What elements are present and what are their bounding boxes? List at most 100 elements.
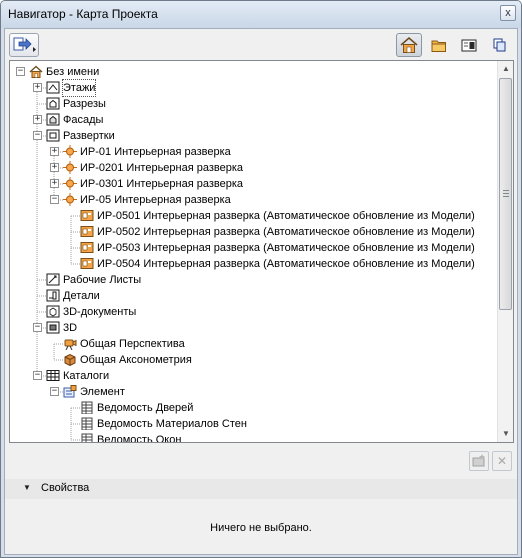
tree-item-label: ИР-0504 Интерьерная разверка (Автоматиче… — [97, 258, 475, 270]
expand-icon[interactable]: + — [50, 163, 59, 172]
tree-item[interactable]: − 3D — [10, 320, 498, 336]
tree-item[interactable]: + Фасады — [10, 112, 498, 128]
expand-icon[interactable]: + — [50, 147, 59, 156]
schedule-table-icon — [81, 417, 93, 430]
scroll-down-arrow-icon[interactable]: ▼ — [498, 426, 513, 442]
tree-item-label: Ведомость Дверей — [97, 402, 194, 414]
tree-item-label: Развертки — [63, 130, 115, 142]
expand-icon[interactable]: + — [33, 83, 42, 92]
tree-item[interactable]: − Без имени — [10, 64, 498, 80]
tree-item-label: Общая Аксонометрия — [80, 354, 192, 366]
tree-item[interactable]: 3D-документы — [10, 304, 498, 320]
tree-item-label: ИР-0501 Интерьерная разверка (Автоматиче… — [97, 210, 475, 222]
tree-item[interactable]: − Развертки — [10, 128, 498, 144]
ie-view-icon — [80, 258, 94, 269]
properties-header[interactable]: ▼ Свойства — [5, 479, 517, 499]
properties-panel: Ничего не выбрано. — [5, 499, 517, 554]
tree-item-label: ИР-0503 Интерьерная разверка (Автоматиче… — [97, 242, 475, 254]
tree-item[interactable]: Ведомость Окон — [10, 432, 498, 442]
tree-item-label: 3D — [63, 322, 78, 334]
publisher-sets-icon — [493, 38, 506, 52]
ie-view-icon — [80, 210, 94, 221]
tree-item[interactable]: Ведомость Материалов Стен — [10, 416, 498, 432]
tree-item[interactable]: ИР-0502 Интерьерная разверка (Автоматиче… — [10, 224, 498, 240]
ie-marker-icon — [63, 145, 77, 158]
ie-marker-icon — [63, 177, 77, 190]
perspective-camera-icon — [64, 339, 77, 350]
tree-item[interactable]: + ИР-0201 Интерьерная разверка — [10, 160, 498, 176]
tree-item[interactable]: Ведомость Дверей — [10, 400, 498, 416]
tree-item-label: Ведомость Материалов Стен — [97, 418, 247, 430]
title-bar[interactable]: Навигатор - Карта Проекта x — [1, 1, 521, 28]
tree-item[interactable]: ИР-0501 Интерьерная разверка (Автоматиче… — [10, 208, 498, 224]
stories-icon — [46, 81, 60, 94]
tree-item[interactable]: ИР-0503 Интерьерная разверка (Автоматиче… — [10, 240, 498, 256]
collapse-caret-icon[interactable]: ▼ — [23, 483, 31, 492]
close-button[interactable]: x — [500, 5, 516, 21]
tree-item-label: ИР-01 Интерьерная разверка — [80, 146, 231, 158]
navigator-toolbar — [5, 29, 517, 59]
tree-item-label: Разрезы — [63, 98, 106, 110]
tree-item-label: ИР-0201 Интерьерная разверка — [80, 162, 244, 174]
tree-item-label: Без имени — [46, 66, 100, 78]
expand-icon[interactable]: + — [50, 179, 59, 188]
elevation-icon — [46, 113, 60, 126]
tree-item[interactable]: ИР-0504 Интерьерная разверка (Автоматиче… — [10, 256, 498, 272]
tree-item[interactable]: Общая Перспектива — [10, 336, 498, 352]
tree-item[interactable]: − ИР-05 Интерьерная разверка — [10, 192, 498, 208]
tree-item-label: ИР-0502 Интерьерная разверка (Автоматиче… — [97, 226, 475, 238]
collapse-icon[interactable]: − — [33, 371, 42, 380]
collapse-icon[interactable]: − — [50, 387, 59, 396]
detail-icon — [46, 289, 60, 302]
tree-item[interactable]: Детали — [10, 288, 498, 304]
tree-item[interactable]: Рабочие Листы — [10, 272, 498, 288]
new-folder-button[interactable] — [469, 451, 489, 471]
tree-item-label: Общая Перспектива — [80, 338, 185, 350]
empty-selection-text: Ничего не выбрано. — [210, 522, 312, 534]
navigator-panel: − Без имени + Этажи Разрезы + Фасады − Развертки… — [4, 28, 518, 555]
tree-item-label: Каталоги — [63, 370, 110, 382]
schedules-icon — [46, 370, 60, 381]
vertical-scrollbar[interactable]: ▲ ▼ — [497, 61, 513, 442]
axonometry-box-icon — [64, 353, 76, 366]
ie-marker-icon — [63, 161, 77, 174]
collapse-icon[interactable]: − — [33, 323, 42, 332]
navigator-window: Навигатор - Карта Проекта x − Без имени … — [0, 0, 522, 558]
tree-item-label: ИР-05 Интерьерная разверка — [80, 194, 231, 206]
collapse-icon[interactable]: − — [16, 67, 25, 76]
tree-item[interactable]: + ИР-0301 Интерьерная разверка — [10, 176, 498, 192]
tree-item-label: ИР-0301 Интерьерная разверка — [80, 178, 244, 190]
3d-document-icon — [46, 305, 60, 318]
tree-item[interactable]: + ИР-01 Интерьерная разверка — [10, 144, 498, 160]
schedule-table-icon — [81, 433, 93, 442]
scroll-up-arrow-icon[interactable]: ▲ — [498, 61, 513, 77]
delete-button[interactable]: ✕ — [492, 451, 512, 471]
view-options-button[interactable] — [9, 33, 39, 57]
collapse-icon[interactable]: − — [33, 131, 42, 140]
view-map-tab[interactable] — [426, 33, 452, 57]
interior-elevation-icon — [46, 129, 60, 142]
tree-item[interactable]: Общая Аксонометрия — [10, 352, 498, 368]
project-map-tree[interactable]: − Без имени + Этажи Разрезы + Фасады − Развертки… — [9, 60, 514, 443]
publisher-sets-tab[interactable] — [486, 33, 512, 57]
tree-actions: ✕ — [5, 446, 517, 476]
tree-item[interactable]: + Этажи — [10, 79, 498, 97]
project-map-tab[interactable] — [396, 33, 422, 57]
new-folder-icon — [472, 454, 485, 467]
properties-title: Свойства — [41, 482, 90, 494]
layout-book-tab[interactable] — [456, 33, 482, 57]
3d-icon — [46, 321, 60, 334]
collapse-icon[interactable]: − — [50, 195, 59, 204]
expand-icon[interactable]: + — [33, 115, 42, 124]
ie-view-icon — [80, 226, 94, 237]
scrollbar-thumb[interactable] — [499, 78, 512, 310]
layout-book-icon — [461, 39, 477, 52]
ie-view-icon — [80, 242, 94, 253]
tree-item[interactable]: − Каталоги — [10, 368, 498, 384]
tree-item[interactable]: Разрезы — [10, 96, 498, 112]
tree-item-label: 3D-документы — [63, 306, 137, 318]
tree-item-label: Рабочие Листы — [63, 274, 142, 286]
worksheet-icon — [46, 273, 60, 286]
ie-marker-icon — [63, 193, 77, 206]
tree-item[interactable]: − Элемент — [10, 384, 498, 400]
